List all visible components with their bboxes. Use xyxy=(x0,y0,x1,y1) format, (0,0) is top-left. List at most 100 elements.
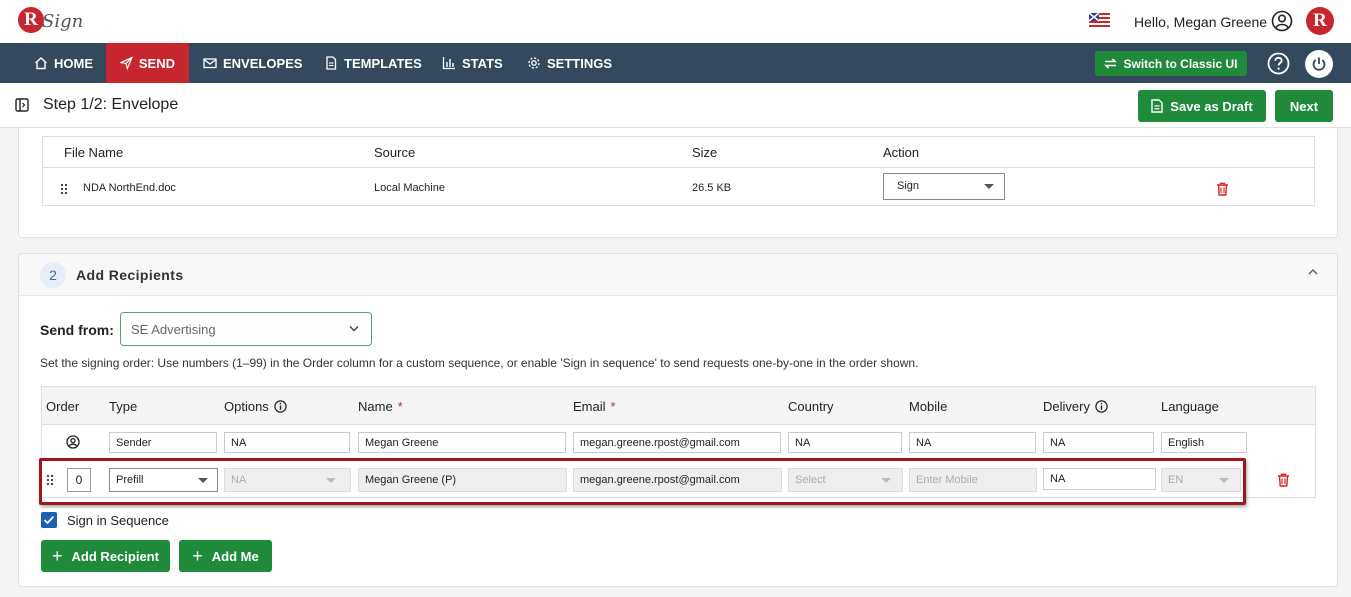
col-delivery-label: Delivery xyxy=(1043,399,1090,414)
file-name: NDA NorthEnd.doc xyxy=(83,182,176,194)
stats-icon xyxy=(442,57,455,70)
file-action-value: Sign xyxy=(897,180,920,192)
rsign-logo[interactable]: R Sign xyxy=(18,5,84,37)
logout-button[interactable] xyxy=(1305,50,1333,78)
sender-options-field: NA xyxy=(224,432,350,453)
section-title: Add Recipients xyxy=(76,267,184,283)
sender-user-icon xyxy=(66,435,80,449)
save-draft-button[interactable]: Save as Draft xyxy=(1138,90,1266,122)
recipient-email-field[interactable]: megan.greene.rpost@gmail.com xyxy=(573,468,782,492)
step-number-badge: 2 xyxy=(40,262,66,288)
recipient-country-placeholder: Select xyxy=(795,474,826,486)
home-icon xyxy=(35,57,47,70)
nav-settings[interactable]: SETTINGS xyxy=(513,43,626,83)
chevron-down-icon xyxy=(198,478,208,483)
delete-recipient-icon[interactable] xyxy=(1277,473,1290,487)
nav-templates-label: TEMPLATES xyxy=(344,55,422,71)
logo-text: Sign xyxy=(42,11,84,32)
nav-stats[interactable]: STATS xyxy=(428,43,517,83)
col-options-label: Options xyxy=(224,399,269,414)
plus-icon: + xyxy=(52,546,63,566)
col-country: Country xyxy=(788,399,834,414)
nav-home[interactable]: HOME xyxy=(20,43,107,83)
delete-file-icon[interactable] xyxy=(1216,182,1229,196)
greeting: Hello, Megan Greene xyxy=(1134,14,1268,30)
add-me-label: Add Me xyxy=(211,548,259,564)
col-language-label: Language xyxy=(1161,399,1219,414)
gear-icon xyxy=(528,57,540,69)
col-language: Language xyxy=(1161,399,1219,414)
help-icon[interactable] xyxy=(1267,52,1290,75)
sender-type-field: Sender xyxy=(109,432,217,453)
col-mobile-label: Mobile xyxy=(909,399,948,414)
recipient-name-field[interactable]: Megan Greene (P) xyxy=(358,468,567,492)
drag-handle-icon[interactable] xyxy=(60,183,68,195)
chevron-up-icon[interactable] xyxy=(1308,268,1318,276)
brand-logo-icon[interactable]: R xyxy=(1306,7,1334,35)
recipient-options-value: NA xyxy=(231,474,247,486)
sender-email-field: megan.greene.rpost@gmail.com xyxy=(573,432,781,453)
send-from-select[interactable]: SE Advertising xyxy=(120,312,372,346)
add-recipient-button[interactable]: + Add Recipient xyxy=(41,540,170,572)
required-mark: * xyxy=(610,399,616,414)
file-action-select[interactable]: Sign xyxy=(883,173,1005,200)
col-order: Order xyxy=(46,399,79,414)
recipient-language-value: EN xyxy=(1168,474,1184,486)
chevron-down-icon xyxy=(1219,478,1229,483)
sign-in-sequence-checkbox[interactable] xyxy=(41,512,57,528)
col-country-label: Country xyxy=(788,399,834,414)
next-button[interactable]: Next xyxy=(1275,90,1333,122)
add-recipient-label: Add Recipient xyxy=(71,548,159,564)
nav-send[interactable]: SEND xyxy=(106,43,189,83)
signing-order-note: Set the signing order: Use numbers (1–99… xyxy=(40,356,919,370)
user-profile-icon[interactable] xyxy=(1271,10,1293,32)
sign-in-sequence-label[interactable]: Sign in Sequence xyxy=(67,513,169,528)
page-title: Step 1/2: Envelope xyxy=(43,96,179,113)
switch-classic-ui-button[interactable]: Switch to Classic UI xyxy=(1095,51,1247,76)
document-icon xyxy=(1151,99,1163,113)
recipient-language-select[interactable]: EN xyxy=(1161,468,1241,492)
nav-stats-label: STATS xyxy=(462,55,503,71)
recipients-section-header[interactable]: 2 Add Recipients xyxy=(19,254,1337,296)
sender-name-field: Megan Greene xyxy=(358,432,566,453)
chevron-down-icon xyxy=(984,184,994,189)
top-bar: R Sign Hello, Megan Greene R xyxy=(0,0,1351,43)
documents-card: File Name Source Size Action NDA NorthEn… xyxy=(18,128,1338,238)
col-options: Options xyxy=(224,399,287,414)
recipient-country-select[interactable]: Select xyxy=(788,468,903,492)
file-size: 26.5 KB xyxy=(692,182,732,194)
recipients-table: Order Type Options Name * Email * Country … xyxy=(41,386,1316,498)
recipient-delivery-field[interactable]: NA xyxy=(1043,468,1156,490)
col-name-label: Name xyxy=(358,399,393,414)
info-icon[interactable] xyxy=(274,400,287,413)
swap-icon xyxy=(1104,58,1118,69)
col-delivery: Delivery xyxy=(1043,399,1108,414)
add-me-button[interactable]: + Add Me xyxy=(179,540,272,572)
recipient-options-select[interactable]: NA xyxy=(224,468,351,492)
sender-mobile-field: NA xyxy=(909,432,1036,453)
col-type: Type xyxy=(109,399,137,414)
nav-send-label: SEND xyxy=(138,55,175,71)
send-from-label: Send from: xyxy=(40,322,114,338)
recipient-type-value: Prefill xyxy=(116,474,144,486)
envelope-icon xyxy=(203,58,217,69)
order-input[interactable]: 0 xyxy=(67,468,91,492)
recipients-table-header: Order Type Options Name * Email * Country … xyxy=(42,387,1315,425)
save-draft-label: Save as Draft xyxy=(1170,98,1253,114)
chevron-down-icon xyxy=(881,478,891,483)
col-type-label: Type xyxy=(109,399,138,414)
col-source: Source xyxy=(374,145,416,160)
file-source: Local Machine xyxy=(374,182,445,194)
nav-templates[interactable]: TEMPLATES xyxy=(310,43,436,83)
nav-envelopes-label: ENVELOPES xyxy=(223,55,303,71)
nav-envelopes[interactable]: ENVELOPES xyxy=(189,43,316,83)
uk-flag-icon[interactable] xyxy=(1089,11,1110,31)
drag-handle-icon[interactable] xyxy=(46,474,54,486)
recipient-mobile-field[interactable]: Enter Mobile xyxy=(909,468,1037,492)
col-file-name: File Name xyxy=(64,145,124,160)
col-order-label: Order xyxy=(46,399,80,414)
col-size: Size xyxy=(692,145,718,160)
recipient-type-select[interactable]: Prefill xyxy=(109,468,218,492)
info-icon[interactable] xyxy=(1095,400,1108,413)
sidebar-toggle-icon[interactable] xyxy=(15,98,29,112)
